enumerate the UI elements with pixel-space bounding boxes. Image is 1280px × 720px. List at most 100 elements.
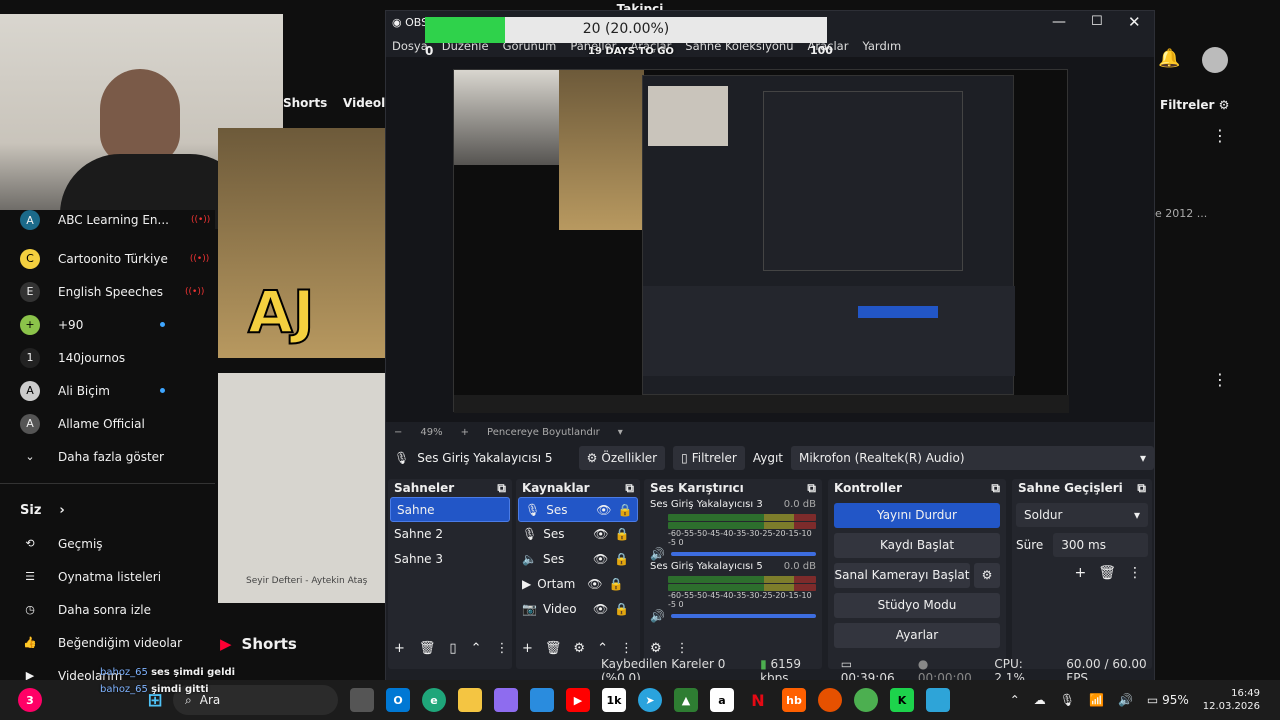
scene-item[interactable]: Sahne 2 (388, 522, 512, 547)
more-icon[interactable]: ⋮ (620, 641, 633, 656)
hepsiburada-icon[interactable]: hb (782, 688, 806, 712)
scene-item[interactable]: Sahne 3 (388, 547, 512, 572)
lock-icon[interactable]: 🔒 (614, 597, 629, 622)
chevron-up-icon[interactable]: ⌃ (1010, 693, 1020, 707)
more-icon[interactable]: ⋮ (495, 641, 508, 656)
properties-button[interactable]: ⚙ Özellikler (578, 446, 666, 470)
source-item[interactable]: 🔈Ses Çıkı👁🔒 (516, 547, 640, 572)
wifi-icon[interactable]: 📶 (1089, 693, 1104, 707)
device-select[interactable]: Mikrofon (Realtek(R) Audio) ▾ (790, 446, 1154, 470)
duration-input[interactable]: 300 ms (1053, 533, 1148, 557)
undock-icon[interactable]: ⧉ (1137, 481, 1146, 495)
lock-icon[interactable]: 🔒 (614, 522, 629, 547)
lock-icon[interactable]: 🔒 (617, 498, 632, 521)
filter-icon[interactable]: ▯ (449, 641, 456, 656)
volume-slider[interactable] (670, 552, 816, 556)
source-item[interactable]: 🎙Ses Giri:👁🔒 (516, 522, 640, 547)
chevron-down-icon[interactable]: ▾ (618, 427, 623, 438)
folder-icon[interactable] (458, 688, 482, 712)
sub-item[interactable]: C Cartoonito Türkiye ((•)) (0, 242, 215, 275)
show-more-button[interactable]: ⌄ Daha fazla göster (0, 440, 215, 473)
edge-icon[interactable]: e (422, 688, 446, 712)
nav-liked[interactable]: 👍 Beğendiğim videolar (0, 626, 215, 659)
nav-history[interactable]: ⟲ Geçmiş (0, 527, 215, 560)
battery-indicator[interactable]: ▭ 95% (1147, 693, 1189, 707)
add-scene-button[interactable]: + (394, 641, 405, 656)
avatar[interactable] (1202, 47, 1228, 73)
minimize-icon[interactable]: — (1052, 14, 1066, 30)
volume-slider[interactable] (670, 614, 816, 618)
sub-item[interactable]: E English Speeches ((•)) (0, 275, 215, 308)
menu-item[interactable]: Dosya (392, 39, 428, 57)
transition-select[interactable]: Soldur ▾ (1016, 503, 1148, 527)
source-item[interactable]: 🎙Ses Giri:👁🔒 (518, 497, 638, 522)
store-icon[interactable] (530, 688, 554, 712)
kick-icon[interactable]: K (890, 688, 914, 712)
menu-item[interactable]: Yardım (862, 39, 901, 57)
lock-icon[interactable]: 🔒 (608, 572, 623, 597)
trash-icon[interactable]: 🗑 (545, 641, 562, 656)
gear-icon[interactable]: ⚙ (650, 641, 662, 656)
clock[interactable]: 16:49 12.03.2026 (1203, 687, 1260, 713)
settings-button[interactable]: Ayarlar (834, 623, 1000, 648)
video-thumbnail[interactable]: Seyir Defteri - Aytekin Ataş (218, 373, 385, 603)
trash-icon[interactable]: 🗑 (1098, 565, 1116, 581)
nav-watch-later[interactable]: ◷ Daha sonra izle (0, 593, 215, 626)
close-icon[interactable]: ✕ (1128, 13, 1141, 31)
chevron-up-icon[interactable]: ⌃ (471, 641, 482, 656)
obs-taskbar-icon[interactable] (926, 688, 950, 712)
undock-icon[interactable]: ⧉ (497, 481, 506, 495)
sub-item[interactable]: A Ali Biçim (0, 374, 215, 407)
stop-streaming-button[interactable]: Yayını Durdur (834, 503, 1000, 528)
copilot-icon[interactable] (494, 688, 518, 712)
bell-icon[interactable]: 🔔 (1158, 48, 1180, 69)
eye-icon[interactable]: 👁 (593, 547, 608, 572)
outlook-icon[interactable]: O (386, 688, 410, 712)
eye-icon[interactable]: 👁 (596, 498, 611, 521)
sub-item[interactable]: + +90 (0, 308, 215, 341)
studio-mode-button[interactable]: Stüdyo Modu (834, 593, 1000, 618)
video-thumbnail[interactable]: AJ (218, 128, 385, 358)
more-icon[interactable]: ⋮ (676, 641, 689, 656)
zoom-in-button[interactable]: + (461, 427, 469, 438)
youtube-icon[interactable]: ▶ (566, 688, 590, 712)
sub-item[interactable]: A Allame Official (0, 407, 215, 440)
eye-icon[interactable]: 👁 (593, 522, 608, 547)
speaker-icon[interactable]: 🔊 (650, 609, 665, 623)
more-icon[interactable]: ⋮ (1128, 565, 1142, 581)
app-icon[interactable] (818, 688, 842, 712)
task-view-icon[interactable] (350, 688, 374, 712)
you-section-link[interactable]: Siz › (0, 494, 215, 527)
drive-icon[interactable]: ▲ (674, 688, 698, 712)
amazon-icon[interactable]: a (710, 688, 734, 712)
start-recording-button[interactable]: Kaydı Başlat (834, 533, 1000, 558)
lock-icon[interactable]: 🔒 (614, 547, 629, 572)
1k-icon[interactable]: 1k (602, 688, 626, 712)
sub-item[interactable]: A ABC Learning En... ((•)) (0, 210, 215, 230)
more-icon[interactable]: ⋮ (1212, 370, 1228, 389)
maximize-icon[interactable]: ☐ (1091, 14, 1103, 29)
chrome-icon[interactable] (854, 688, 878, 712)
source-item[interactable]: ▶Ortam F👁🔒 (516, 572, 640, 597)
undock-icon[interactable]: ⧉ (625, 481, 634, 495)
trash-icon[interactable]: 🗑 (419, 641, 436, 656)
more-icon[interactable]: ⋮ (1212, 126, 1228, 145)
scene-item[interactable]: Sahne (390, 497, 510, 522)
app-badge-icon[interactable]: 3 (18, 688, 42, 712)
add-source-button[interactable]: + (522, 641, 533, 656)
cloud-icon[interactable]: ☁ (1034, 693, 1046, 707)
eye-icon[interactable]: 👁 (587, 572, 602, 597)
filters-button[interactable]: ▯ Filtreler (673, 446, 745, 470)
gear-icon[interactable]: ⚙ (974, 563, 1000, 588)
netflix-icon[interactable]: N (746, 688, 770, 712)
undock-icon[interactable]: ⧉ (807, 481, 816, 495)
yt-filters-button[interactable]: Filtreler ⚙ (1160, 98, 1229, 112)
yt-chip-shorts[interactable]: Shorts (283, 96, 327, 110)
virtual-camera-button[interactable]: Sanal Kamerayı Başlat (834, 563, 970, 588)
nav-playlists[interactable]: ☰ Oynatma listeleri (0, 560, 215, 593)
telegram-icon[interactable]: ➤ (638, 688, 662, 712)
mic-icon[interactable]: 🎙 (1060, 693, 1075, 707)
zoom-out-button[interactable]: − (394, 427, 402, 438)
eye-icon[interactable]: 👁 (593, 597, 608, 622)
volume-icon[interactable]: 🔊 (1118, 693, 1133, 707)
